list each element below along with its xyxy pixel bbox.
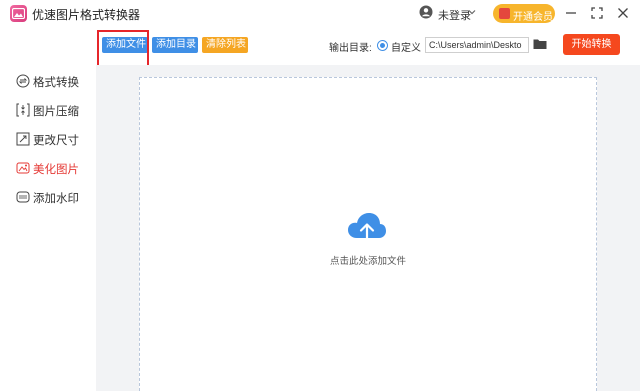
resize-icon (16, 132, 30, 146)
add-directory-button[interactable]: 添加目录 (152, 37, 198, 53)
clear-list-button[interactable]: 清除列表 (202, 37, 248, 53)
sidebar-item-format-convert[interactable]: 格式转换 (16, 72, 94, 90)
sidebar-item-label: 添加水印 (33, 193, 79, 205)
toolbar: 添加文件 添加目录 清除列表 输出目录: 自定义 开始转换 (0, 27, 640, 65)
start-convert-button[interactable]: 开始转换 (563, 34, 620, 55)
custom-dir-label[interactable]: 自定义 (391, 39, 421, 54)
watermark-icon (16, 191, 30, 203)
vip-label: 开通会员 (513, 12, 553, 23)
app-logo-icon (10, 5, 27, 22)
title-bar: 优速图片格式转换器 未登录 开通会员 (0, 0, 640, 27)
output-directory-label: 输出目录: (329, 43, 372, 54)
sidebar-item-label: 图片压缩 (33, 106, 79, 118)
close-icon[interactable] (614, 4, 632, 22)
minimize-icon[interactable] (562, 4, 580, 22)
sidebar-item-label: 格式转换 (33, 77, 79, 89)
app-title: 优速图片格式转换器 (32, 8, 141, 22)
sidebar-item-label: 美化图片 (33, 164, 79, 176)
sidebar-item-watermark[interactable]: 添加水印 (16, 188, 94, 206)
cloud-upload-icon[interactable] (347, 212, 387, 246)
beautify-icon (16, 162, 30, 174)
vip-button[interactable]: 开通会员 (493, 4, 555, 23)
custom-dir-radio[interactable] (377, 40, 388, 51)
user-icon[interactable] (419, 5, 433, 19)
sidebar-item-label: 更改尺寸 (33, 135, 79, 147)
sidebar-item-beautify[interactable]: 美化图片 (16, 159, 94, 177)
compress-icon (16, 103, 30, 117)
format-convert-icon (16, 74, 30, 88)
chevron-down-icon[interactable] (468, 8, 476, 16)
sidebar-item-compress[interactable]: 图片压缩 (16, 101, 94, 119)
login-status[interactable]: 未登录 (438, 7, 471, 23)
drop-hint-text[interactable]: 点击此处添加文件 (330, 253, 406, 267)
sidebar-item-resize[interactable]: 更改尺寸 (16, 130, 94, 148)
vip-icon (499, 8, 510, 19)
output-path-input[interactable] (425, 37, 529, 53)
maximize-icon[interactable] (588, 4, 606, 22)
sidebar: 格式转换 图片压缩 更改尺寸 美化图片 添加水印 (0, 65, 96, 391)
folder-icon[interactable] (533, 38, 547, 50)
